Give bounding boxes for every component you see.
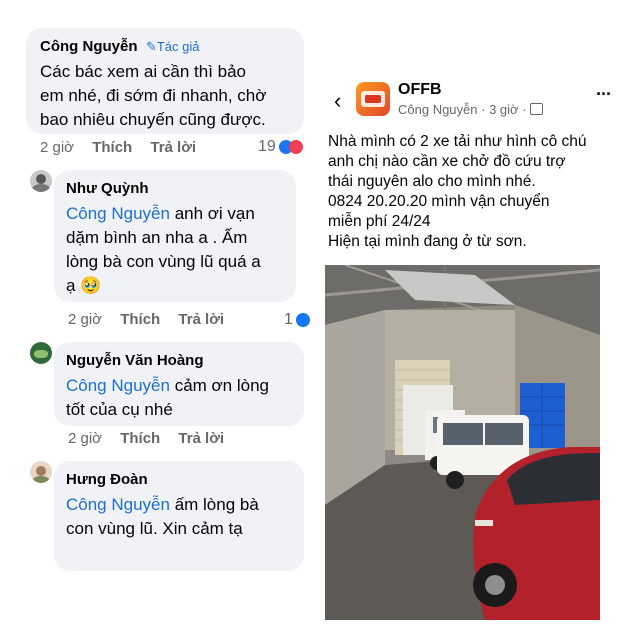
- avatar[interactable]: [30, 342, 52, 364]
- comment-meta: 2 giờ Thích Trả lời: [68, 311, 224, 328]
- comment-line: lòng bà con vùng lũ quá a: [66, 252, 261, 271]
- comment-line: Các bác xem ai cần thì bảo: [40, 62, 247, 81]
- post-line: miễn phí 24/24: [328, 213, 431, 230]
- back-arrow-icon[interactable]: ‹: [334, 88, 341, 114]
- author-badge-label: Tác giả: [156, 39, 200, 54]
- comment-line: anh ơi vạn: [169, 204, 255, 223]
- comment-time[interactable]: 2 giờ: [68, 430, 102, 447]
- commenter-name[interactable]: Như Quỳnh: [66, 180, 149, 197]
- comment-meta: 2 giờ Thích Trả lời: [68, 430, 224, 447]
- love-reaction-icon: [288, 140, 303, 154]
- post-text: Nhà mình có 2 xe tải như hình cô chú anh…: [328, 132, 628, 252]
- post-line: anh chị nào cần xe chở đồ cứu trợ: [328, 153, 566, 170]
- comment-time[interactable]: 2 giờ: [68, 311, 102, 328]
- reaction-count[interactable]: 1: [284, 311, 310, 329]
- mention-link[interactable]: Công Nguyễn: [66, 376, 170, 395]
- reaction-count[interactable]: 19: [258, 138, 303, 156]
- pencil-icon: ✎: [145, 39, 157, 54]
- comment-line: ấm lòng bà: [169, 495, 259, 514]
- comment-meta: 2 giờ Thích Trả lời: [40, 139, 196, 156]
- like-button[interactable]: Thích: [120, 311, 160, 328]
- post-line: Hiện tại mình đang ở từ sơn.: [328, 233, 527, 250]
- post-line: Nhà mình có 2 xe tải như hình cô chú: [328, 133, 587, 150]
- comments-panel: Công Nguyễn ✎Tác giả Các bác xem ai cần …: [0, 0, 318, 640]
- mention-link[interactable]: Công Nguyễn: [66, 204, 170, 223]
- post-author[interactable]: Công Nguyễn: [398, 102, 478, 117]
- post-panel: ‹ OFFB Công Nguyễn · 3 giờ · ··· Nhà mìn…: [320, 60, 640, 640]
- comment-text: Công Nguyễn ấm lòng bà con vùng lũ. Xin …: [66, 493, 259, 541]
- reaction-number: 19: [258, 138, 276, 155]
- post-line: thái nguyên alo cho mình nhé.: [328, 173, 536, 190]
- comment-line: cảm ơn lòng: [169, 376, 269, 395]
- mention-link[interactable]: Công Nguyễn: [66, 495, 170, 514]
- comment-line: em nhé, đi sớm đi nhanh, chờ: [40, 86, 267, 105]
- comment-line: bao nhiêu chuyến cũng được.: [40, 110, 266, 129]
- reaction-number: 1: [284, 311, 293, 328]
- comment-line: ạ 🥹: [66, 276, 102, 295]
- reply-button[interactable]: Trả lời: [178, 311, 224, 328]
- like-reaction-icon: [295, 313, 310, 327]
- comment-text: Công Nguyễn cảm ơn lòng tốt của cụ nhé: [66, 374, 269, 422]
- commenter-name[interactable]: Hưng Đoàn: [66, 471, 148, 488]
- reply-button[interactable]: Trả lời: [150, 139, 196, 156]
- post-line: 0824 20.20.20 mình vận chuyển: [328, 193, 550, 210]
- author-badge: ✎Tác giả: [146, 39, 200, 54]
- comment-line: tốt của cụ nhé: [66, 400, 173, 419]
- separator: ·: [481, 102, 486, 117]
- avatar[interactable]: [30, 461, 52, 483]
- comment-bubble: Công Nguyễn ✎Tác giả Các bác xem ai cần …: [26, 28, 304, 134]
- comment-line: con vùng lũ. Xin cảm tạ: [66, 519, 243, 538]
- post-header: ‹ OFFB Công Nguyễn · 3 giờ · ···: [320, 80, 640, 130]
- group-icon: [530, 103, 544, 115]
- post-photo[interactable]: [325, 265, 600, 620]
- comment-bubble: Hưng Đoàn Công Nguyễn ấm lòng bà con vùn…: [54, 461, 304, 571]
- page-name[interactable]: OFFB: [398, 81, 442, 99]
- like-button[interactable]: Thích: [120, 430, 160, 447]
- comment-text: Các bác xem ai cần thì bảo em nhé, đi sớ…: [40, 60, 266, 132]
- like-button[interactable]: Thích: [92, 139, 132, 156]
- comment-bubble: Như Quỳnh Công Nguyễn anh ơi vạn dặm bìn…: [54, 170, 296, 302]
- warehouse-photo: [325, 265, 600, 620]
- separator: ·: [522, 102, 527, 117]
- more-icon[interactable]: ···: [596, 84, 612, 105]
- comment-text: Công Nguyễn anh ơi vạn dặm bình an nha a…: [66, 202, 261, 298]
- page-logo[interactable]: [356, 82, 390, 116]
- avatar[interactable]: [30, 170, 52, 192]
- commenter-name[interactable]: Nguyễn Văn Hoàng: [66, 352, 204, 369]
- post-time[interactable]: 3 giờ: [489, 102, 519, 117]
- comment-line: dặm bình an nha a . Ấm: [66, 228, 248, 247]
- commenter-name[interactable]: Công Nguyễn: [40, 38, 138, 55]
- comment-bubble: Nguyễn Văn Hoàng Công Nguyễn cảm ơn lòng…: [54, 342, 304, 426]
- reply-button[interactable]: Trả lời: [178, 430, 224, 447]
- post-byline: Công Nguyễn · 3 giờ ·: [398, 102, 544, 117]
- comment-time[interactable]: 2 giờ: [40, 139, 74, 156]
